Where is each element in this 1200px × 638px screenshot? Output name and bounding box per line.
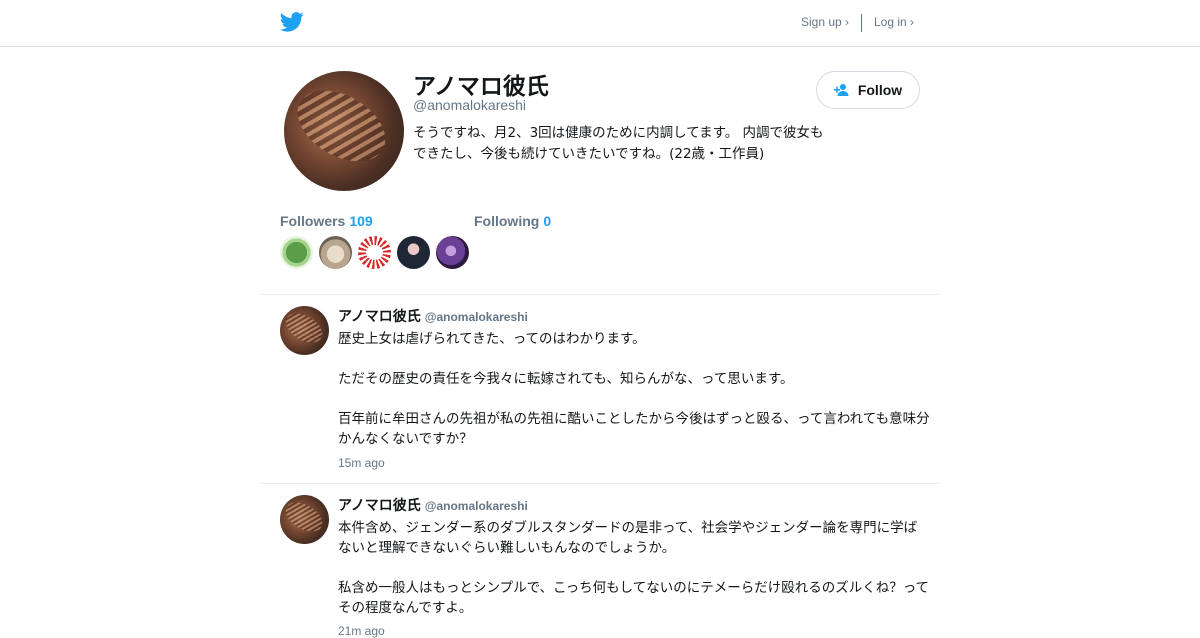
tweet-author-name[interactable]: アノマロ彼氏 [338,309,421,325]
tweet-avatar[interactable] [280,495,329,544]
followers-label: Followers [280,213,346,229]
top-bar: Sign up › Log in › [0,0,1200,47]
follower-avatar[interactable] [280,236,313,269]
tweet-author-name[interactable]: アノマロ彼氏 [338,498,421,514]
following-stat[interactable]: Following 0 [474,213,551,229]
profile-name: アノマロ彼氏 [413,74,549,100]
tweet-item[interactable]: アノマロ彼氏 @anomalokareshi 本件含め、ジェンダー系のダブルスタン… [260,495,940,638]
nav-divider [861,14,862,32]
tweet-timestamp[interactable]: 21m ago [338,624,385,638]
follower-avatars [280,236,469,269]
tweet-item[interactable]: アノマロ彼氏 @anomalokareshi 歴史上女は虐げられてきた、ってのはわ… [260,306,940,476]
add-user-icon [833,84,849,96]
follower-avatar[interactable] [436,236,469,269]
followers-count: 109 [349,213,373,229]
tweet-header: アノマロ彼氏 @anomalokareshi [338,306,528,326]
follower-avatar[interactable] [358,236,391,269]
profile-avatar[interactable] [284,71,404,191]
tweet-author-handle[interactable]: @anomalokareshi [425,310,528,324]
divider [260,483,940,484]
profile-bio: そうですね、月2、3回は健康のために内調してます。 内調で彼女もできたし、今後も… [413,125,824,162]
followers-stat[interactable]: Followers 109 [280,213,373,229]
login-link[interactable]: Log in › [874,15,914,29]
tweet-avatar[interactable] [280,306,329,355]
follow-label: Follow [857,82,903,98]
tweet-header: アノマロ彼氏 @anomalokareshi [338,495,528,515]
signup-link[interactable]: Sign up › [801,15,849,29]
profile-handle: @anomalokareshi [413,97,527,113]
follow-button[interactable]: Follow [816,71,920,109]
tweet-text: 本件含め、ジェンダー系のダブルスタンダードの是非って、社会学やジェンダー論を専門… [338,520,930,616]
tweet-text: 歴史上女は虐げられてきた、ってのはわかります。 ただその歴史の責任を今我々に転嫁… [338,331,930,447]
following-count: 0 [543,213,552,229]
follower-avatar[interactable] [397,236,430,269]
twitter-bird-icon[interactable] [280,11,304,33]
divider [260,294,940,295]
following-label: Following [474,213,540,229]
tweet-author-handle[interactable]: @anomalokareshi [425,499,528,513]
follower-avatar[interactable] [319,236,352,269]
tweet-timestamp[interactable]: 15m ago [338,456,385,470]
